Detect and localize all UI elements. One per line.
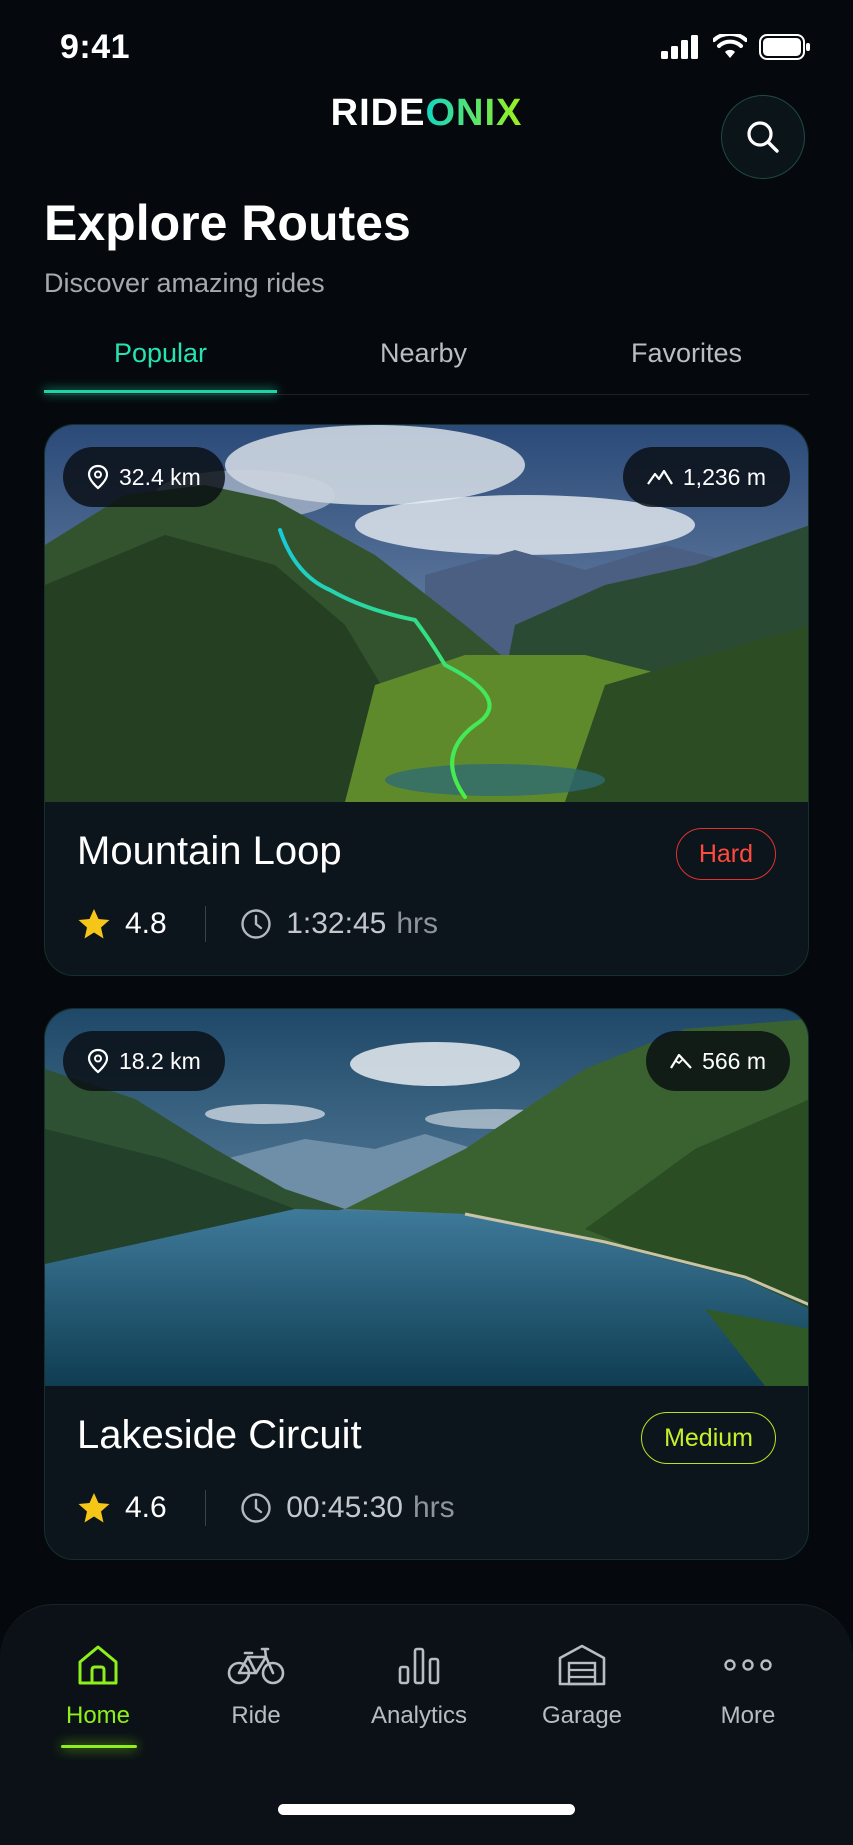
nav-item-home[interactable]: Home (23, 1641, 173, 1730)
route-meta: 4.6 00:45:30 hrs (77, 1483, 455, 1533)
page-subtitle: Discover amazing rides (44, 268, 325, 298)
duration-unit: hrs (413, 1491, 455, 1524)
cellular-signal-icon (661, 35, 698, 59)
active-tab-indicator (44, 390, 277, 393)
route-meta: 4.8 1:32:45 hrs (77, 899, 438, 949)
difficulty-badge: Medium (641, 1412, 776, 1464)
duration-value: 00:45:30 (286, 1491, 403, 1524)
nav-label-more: More (720, 1702, 776, 1729)
clock-icon (241, 1493, 271, 1523)
nav-label-garage: Garage (541, 1702, 623, 1729)
location-pin-icon (87, 1048, 109, 1074)
tab-favorites[interactable]: Favorites (564, 338, 809, 369)
status-bar: 9:41 (0, 0, 853, 96)
elevation-value: 1,236 m (682, 463, 766, 490)
route-title: Lakeside Circuit (77, 1413, 362, 1457)
nav-item-more[interactable]: More (673, 1641, 823, 1730)
mountain-elevation-icon (646, 469, 673, 485)
meta-divider (204, 1490, 207, 1526)
nav-item-ride[interactable]: Ride (181, 1641, 331, 1730)
route-tabs: Popular Nearby Favorites (44, 326, 809, 395)
star-icon (78, 909, 110, 939)
more-dots-icon (724, 1659, 772, 1671)
distance-chip: 32.4 km (63, 447, 225, 507)
nav-label-analytics: Analytics (370, 1702, 468, 1729)
star-icon (78, 1493, 110, 1523)
bicycle-icon (227, 1647, 285, 1685)
battery-icon (759, 34, 810, 60)
meta-divider (204, 906, 207, 942)
tab-nearby[interactable]: Nearby (306, 338, 541, 369)
active-nav-indicator (61, 1745, 137, 1748)
status-time: 9:41 (60, 28, 131, 66)
logo-accent-text: ONIX (425, 92, 523, 134)
page-title: Explore Routes (44, 195, 411, 251)
location-pin-icon (87, 464, 109, 490)
distance-value: 18.2 km (119, 1047, 201, 1074)
mountain-elevation-icon (670, 1053, 692, 1069)
search-button[interactable] (721, 95, 805, 179)
distance-chip: 18.2 km (63, 1031, 225, 1091)
elevation-chip: 566 m (646, 1031, 790, 1091)
logo-primary-text: RIDE (330, 92, 426, 134)
route-card-mountain-loop[interactable]: 32.4 km 1,236 m Mountain Loop Hard 4.8 1… (44, 424, 809, 976)
nav-label-home: Home (65, 1702, 131, 1729)
search-icon (747, 121, 779, 153)
clock-icon (241, 909, 271, 939)
garage-icon (558, 1644, 606, 1686)
status-icons (661, 34, 811, 60)
home-icon (78, 1645, 118, 1685)
elevation-chip: 1,236 m (622, 447, 790, 507)
route-title: Mountain Loop (77, 829, 342, 873)
nav-item-analytics[interactable]: Analytics (344, 1641, 494, 1730)
home-indicator[interactable] (278, 1804, 575, 1815)
route-card-lakeside-circuit[interactable]: 18.2 km 566 m Lakeside Circuit Medium 4.… (44, 1008, 809, 1560)
difficulty-badge: Hard (675, 828, 776, 880)
distance-value: 32.4 km (119, 463, 201, 490)
tab-popular[interactable]: Popular (44, 338, 277, 369)
duration-unit: hrs (396, 907, 438, 940)
wifi-icon (713, 34, 747, 58)
elevation-value: 566 m (702, 1047, 766, 1074)
rating-value: 4.8 (125, 907, 167, 940)
duration-value: 1:32:45 (286, 907, 387, 940)
rating-value: 4.6 (125, 1491, 167, 1524)
nav-label-ride: Ride (231, 1702, 281, 1729)
bar-chart-icon (398, 1647, 440, 1685)
nav-item-garage[interactable]: Garage (507, 1641, 657, 1730)
